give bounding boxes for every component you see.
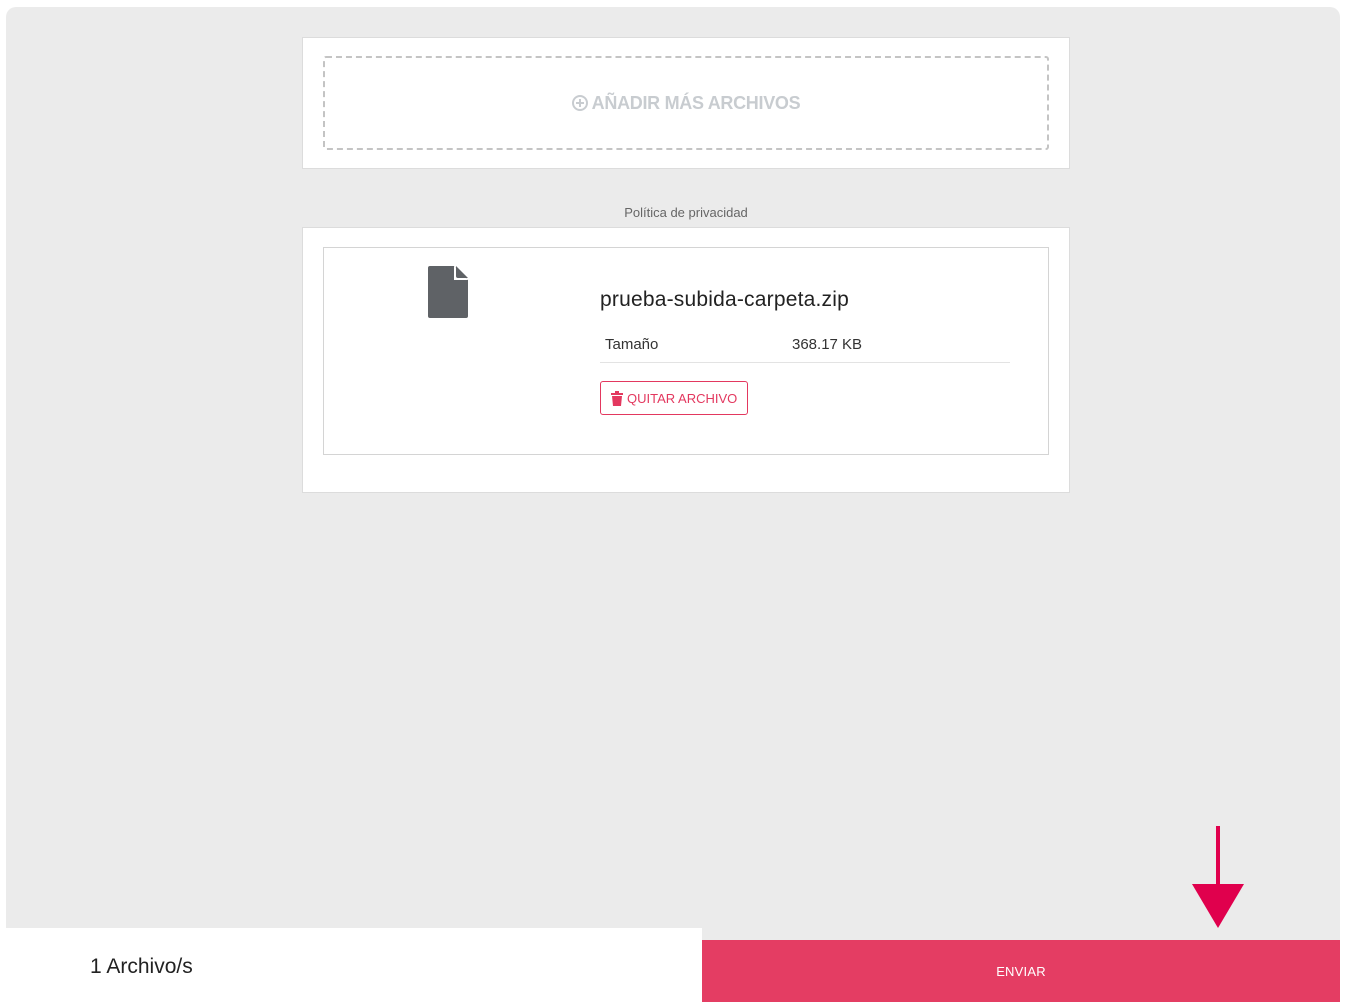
send-label: ENVIAR (996, 964, 1046, 979)
file-panel: prueba-subida-carpeta.zip Tamaño 368.17 … (302, 227, 1070, 493)
plus-circle-icon (571, 95, 588, 111)
file-card: prueba-subida-carpeta.zip Tamaño 368.17 … (323, 247, 1049, 455)
file-size-value: 368.17 KB (792, 336, 863, 353)
add-files-label-wrap: AÑADIR MÁS ARCHIVOS (571, 92, 801, 114)
add-files-dropzone[interactable]: AÑADIR MÁS ARCHIVOS (323, 56, 1049, 150)
file-icon (428, 266, 468, 318)
add-files-label: AÑADIR MÁS ARCHIVOS (591, 92, 801, 113)
upload-page: AÑADIR MÁS ARCHIVOS Política de privacid… (6, 7, 1340, 1002)
file-size-row: Tamaño 368.17 KB (600, 330, 1010, 363)
remove-file-label: QUITAR ARCHIVO (627, 390, 738, 406)
file-name: prueba-subida-carpeta.zip (600, 288, 849, 311)
file-size-label: Tamaño (605, 336, 659, 353)
upload-panel: AÑADIR MÁS ARCHIVOS (302, 37, 1070, 169)
remove-file-button[interactable]: QUITAR ARCHIVO (600, 381, 749, 415)
arrow-down-icon (1192, 826, 1244, 928)
send-button[interactable]: ENVIAR (702, 940, 1340, 1002)
file-count: 1 Archivo/s (90, 955, 193, 978)
trash-icon (611, 390, 623, 406)
privacy-policy-link[interactable]: Política de privacidad (302, 205, 1070, 220)
